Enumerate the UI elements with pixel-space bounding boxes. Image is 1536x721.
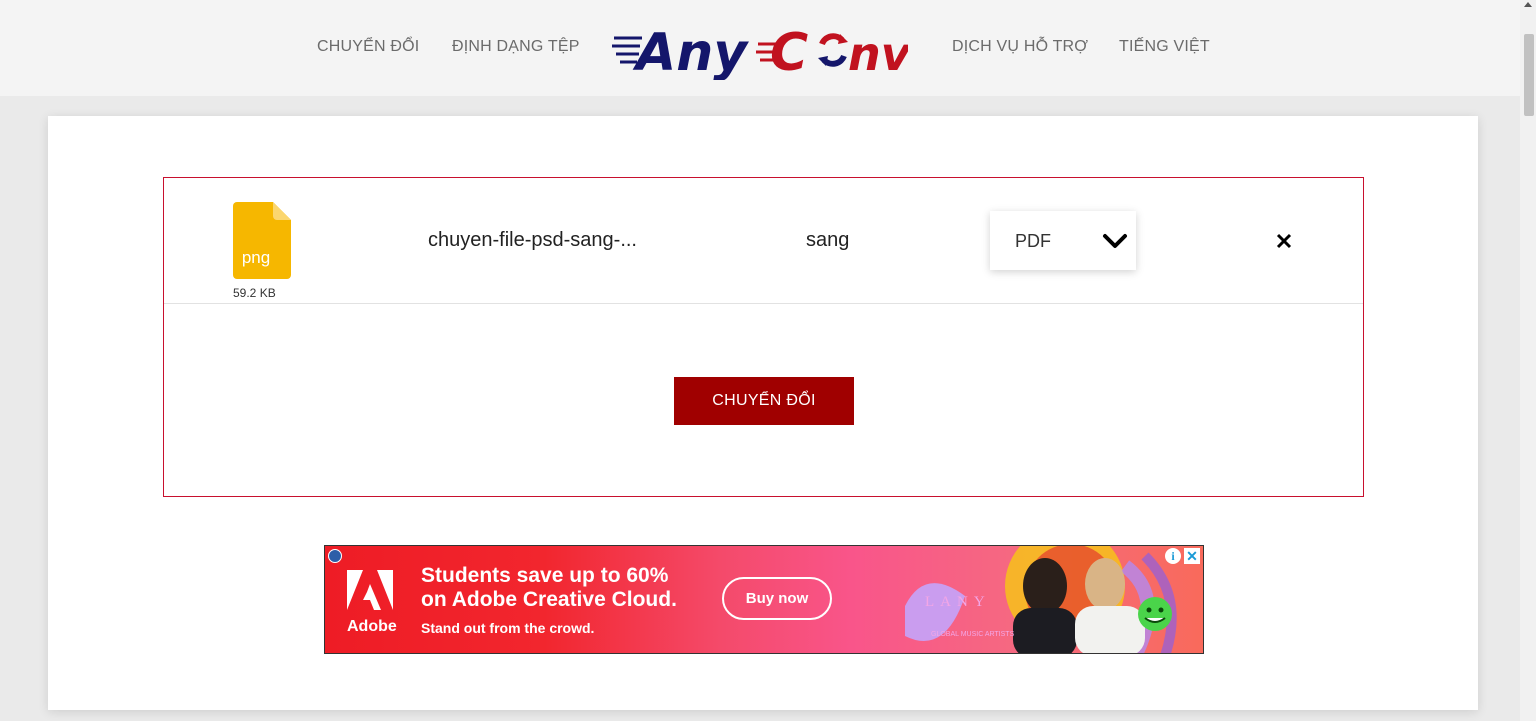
ad-artist-subtitle: GLOBAL MUSIC ARTISTS [931, 631, 1015, 638]
adobe-logo-icon [347, 570, 393, 610]
target-format-select[interactable]: PDF [990, 211, 1136, 270]
file-row: png 59.2 KB chuyen-file-psd-sang-... san… [164, 178, 1363, 304]
ad-adobe-wordmark: Adobe [347, 618, 397, 635]
convert-button[interactable]: CHUYỂN ĐỔI [674, 377, 854, 425]
nav-support-link[interactable]: DỊCH VỤ HỖ TRỢ [952, 38, 1088, 56]
ad-headline: Students save up to 60% on Adobe Creativ… [421, 564, 677, 612]
to-label: sang [806, 229, 850, 251]
ad-headline-line1: Students save up to 60% [421, 564, 669, 587]
adobe-ad-banner[interactable]: Adobe Students save up to 60% on Adobe C… [324, 545, 1204, 654]
converter-card: png 59.2 KB chuyen-file-psd-sang-... san… [48, 116, 1478, 710]
ad-headline-line2: on Adobe Creative Cloud. [421, 588, 677, 611]
anyconv-logo[interactable]: Any C nv [612, 14, 908, 80]
logo-text-any: Any [632, 23, 749, 80]
logo-refresh-icon [818, 33, 848, 67]
logo-text-c: C [770, 23, 808, 80]
scroll-thumb[interactable] [1524, 34, 1534, 116]
file-list-box: png 59.2 KB chuyen-file-psd-sang-... san… [163, 177, 1364, 497]
ad-privacy-shield-icon[interactable] [328, 549, 342, 563]
target-format-value: PDF [1015, 231, 1051, 251]
nav-convert-link[interactable]: CHUYỂN ĐỔI [317, 38, 419, 56]
ad-info-icon[interactable]: i [1165, 548, 1181, 564]
file-name: chuyen-file-psd-sang-... [428, 229, 637, 251]
scroll-up-arrow-icon[interactable] [1524, 2, 1532, 7]
chevron-down-icon [1103, 234, 1127, 248]
top-navigation: CHUYỂN ĐỔI ĐỊNH DẠNG TỆP Any C nv DỊCH V… [0, 0, 1520, 96]
png-file-icon: png [233, 202, 291, 279]
page-scrollbar[interactable] [1520, 0, 1536, 721]
ad-buy-now-button[interactable]: Buy now [722, 577, 832, 620]
nav-file-formats-link[interactable]: ĐỊNH DẠNG TỆP [452, 38, 580, 56]
remove-file-close-icon[interactable] [1274, 231, 1294, 251]
file-size: 59.2 KB [233, 286, 276, 300]
ad-subline: Stand out from the crowd. [421, 620, 595, 636]
nav-language-link[interactable]: TIẾNG VIỆT [1119, 38, 1210, 56]
logo-text-nv: nv [848, 27, 908, 80]
file-extension-label: png [242, 248, 270, 267]
ad-artist-name: LANY [925, 594, 991, 610]
ad-close-icon[interactable]: ✕ [1184, 548, 1200, 564]
